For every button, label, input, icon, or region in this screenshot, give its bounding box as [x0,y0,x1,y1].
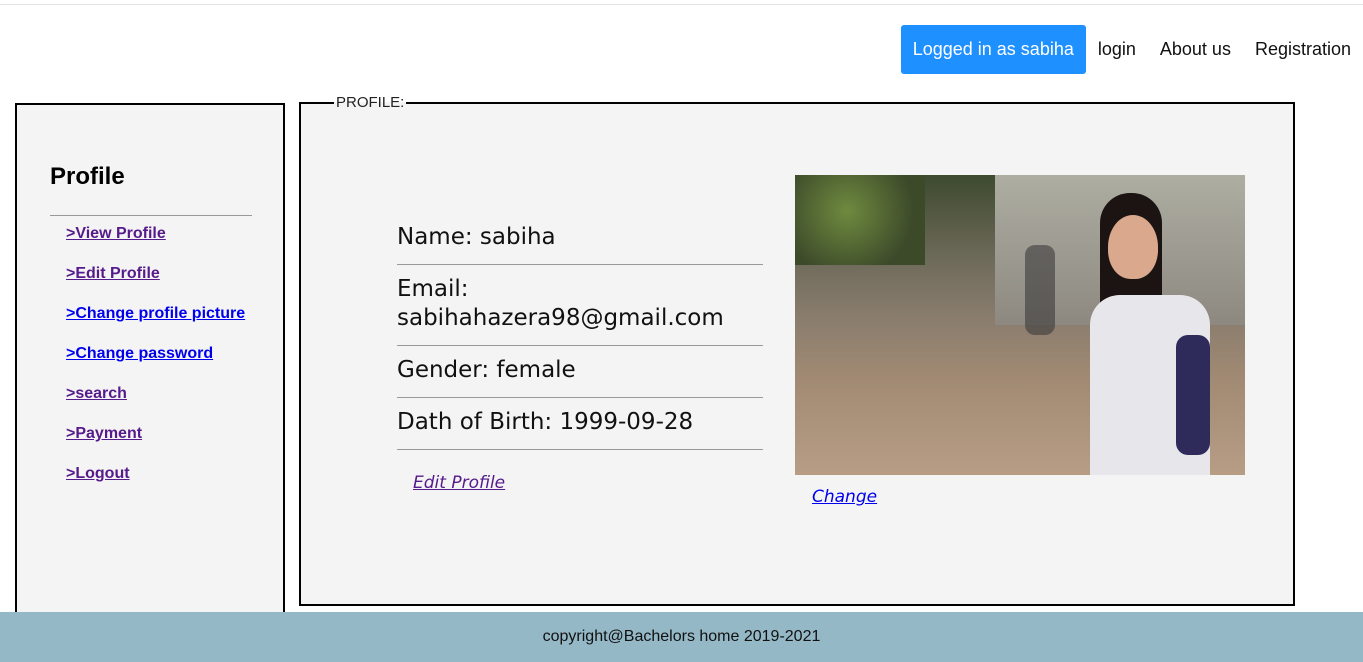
logged-in-badge[interactable]: Logged in as sabiha [900,25,1086,74]
sidebar-item-change-picture: >Change profile picture [66,305,245,345]
view-profile-link[interactable]: >View Profile [66,225,166,242]
photo-foliage [795,175,925,265]
nav-login-link[interactable]: login [1086,39,1148,60]
sidebar-item-edit-profile: >Edit Profile [66,265,245,305]
profile-gender: Gender: female [397,346,763,398]
profile-panel: PROFILE: Name: sabiha Email: sabihahazer… [299,94,1295,606]
sidebar-item-search: >search [66,385,245,425]
sidebar-divider [50,215,252,216]
profile-info: Name: sabiha Email: sabihahazera98@gmail… [397,213,763,450]
footer-copyright: copyright@Bachelors home 2019-2021 [542,628,821,645]
top-divider [0,4,1363,5]
sidebar-item-view-profile: >View Profile [66,225,245,265]
profile-name: Name: sabiha [397,213,763,265]
sidebar-title: Profile [50,163,125,190]
photo-face [1108,215,1158,279]
sidebar-menu: >View Profile >Edit Profile >Change prof… [66,225,245,505]
payment-link[interactable]: >Payment [66,425,142,442]
change-photo-link[interactable]: Change [812,487,877,507]
sidebar: Profile >View Profile >Edit Profile >Cha… [15,103,285,627]
change-password-link[interactable]: >Change password [66,345,213,362]
profile-legend: PROFILE: [336,94,405,111]
sidebar-item-payment: >Payment [66,425,245,465]
nav-about-link[interactable]: About us [1148,39,1243,60]
top-nav: Logged in as sabiha login About us Regis… [900,25,1363,74]
change-profile-picture-link[interactable]: >Change profile picture [66,305,245,322]
logout-link[interactable]: >Logout [66,465,130,482]
edit-profile-inline-link[interactable]: Edit Profile [413,473,505,493]
profile-photo [795,175,1245,475]
edit-profile-link[interactable]: >Edit Profile [66,265,160,282]
sidebar-item-logout: >Logout [66,465,245,505]
search-link[interactable]: >search [66,385,127,402]
profile-email: Email: sabihahazera98@gmail.com [397,265,763,346]
nav-registration-link[interactable]: Registration [1243,39,1363,60]
sidebar-item-change-password: >Change password [66,345,245,385]
photo-person [1080,185,1220,475]
footer: copyright@Bachelors home 2019-2021 [0,612,1363,662]
profile-dob: Dath of Birth: 1999-09-28 [397,398,763,450]
photo-sleeve [1176,335,1210,455]
photo-background-figure [1025,245,1055,335]
